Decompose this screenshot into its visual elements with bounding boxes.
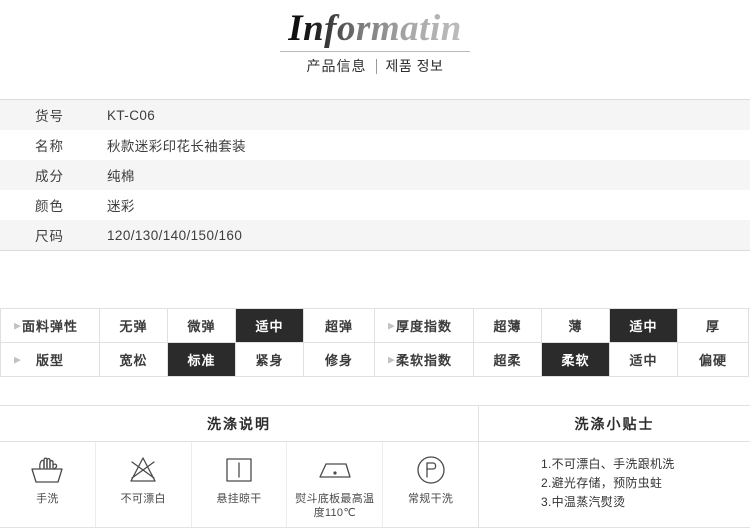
list-item: 熨斗底板最高温度110℃ [287, 442, 384, 527]
attribute-option[interactable]: 宽松 [100, 343, 168, 377]
attribute-option[interactable]: 超弹 [304, 309, 375, 343]
iron-low-temp-icon [315, 453, 355, 487]
table-row: 名称 秋款迷彩印花长袖套装 [0, 130, 750, 160]
table-row: 颜色 迷彩 [0, 190, 750, 220]
chevron-right-icon: ▶ [14, 354, 22, 364]
wash-instructions-title: 洗涤说明 [0, 406, 479, 441]
spec-value: 120/130/140/150/160 [107, 227, 243, 243]
product-spec-table: 货号 KT-C06 名称 秋款迷彩印花长袖套装 成分 纯棉 颜色 迷彩 尺码 1… [0, 99, 750, 251]
list-item: 2.避光存储，预防虫蛀 [541, 476, 663, 490]
table-row: 成分 纯棉 [0, 160, 750, 190]
wash-section-body-row: 手洗 不可漂白 悬挂晾干 熨斗底板最高温度110℃ 常规干洗 1.不可漂白、手洗… [0, 442, 750, 527]
spec-label: 名称 [35, 139, 64, 154]
attribute-option[interactable]: 修身 [304, 343, 375, 377]
list-item: 手洗 [0, 442, 96, 527]
attribute-label-softness-index: ▶ 柔软指数 [375, 343, 474, 377]
wash-section-header-row: 洗涤说明 洗涤小贴士 [0, 406, 750, 442]
wash-icon-list: 手洗 不可漂白 悬挂晾干 熨斗底板最高温度110℃ 常规干洗 [0, 442, 479, 527]
attribute-option[interactable]: 超柔 [474, 343, 542, 377]
attribute-option[interactable]: 微弹 [168, 309, 236, 343]
attribute-label-text: 面料弹性 [21, 319, 78, 334]
subtitle-chinese: 产品信息 [306, 58, 367, 74]
subtitle-korean: 제품 정보 [385, 58, 444, 74]
spec-value: 秋款迷彩印花长袖套装 [107, 139, 246, 154]
chevron-right-icon: ▶ [14, 320, 22, 330]
spec-value: KT-C06 [107, 107, 156, 123]
wash-caption: 手洗 [36, 493, 59, 505]
list-item: 3.中温蒸汽熨烫 [541, 495, 626, 509]
attribute-label-text: 版型 [35, 353, 64, 368]
hand-wash-icon [27, 453, 67, 487]
attribute-label-text: 厚度指数 [395, 319, 452, 334]
table-row: ▶ 版型 宽松 标准 紧身 修身 ▶ 柔软指数 超柔 柔软 适中 偏硬 [1, 343, 750, 377]
list-item: 悬挂晾干 [192, 442, 288, 527]
attribute-option[interactable]: 偏硬 [678, 343, 749, 377]
wash-caption: 熨斗底板最高温度110℃ [295, 493, 375, 519]
attribute-option-selected[interactable]: 适中 [236, 309, 304, 343]
attribute-label-text: 柔软指数 [395, 353, 452, 368]
line-dry-icon [223, 453, 255, 487]
attribute-option[interactable]: 超薄 [474, 309, 542, 343]
chevron-right-icon: ▶ [388, 320, 396, 330]
table-row: ▶ 面料弹性 无弹 微弹 适中 超弹 ▶ 厚度指数 超薄 薄 适中 厚 [1, 309, 750, 343]
spec-value: 纯棉 [107, 169, 135, 184]
chevron-right-icon: ▶ [388, 354, 396, 364]
wash-tips-list: 1.不可漂白、手洗跟机洗 2.避光存储，预防虫蛀 3.中温蒸汽熨烫 [479, 442, 750, 527]
do-not-bleach-icon [125, 453, 161, 487]
dry-clean-icon [414, 453, 448, 487]
wash-tips-title: 洗涤小贴士 [574, 415, 655, 432]
table-row: 尺码 120/130/140/150/160 [0, 220, 750, 250]
wash-caption: 常规干洗 [407, 493, 454, 505]
list-item: 常规干洗 [383, 442, 478, 527]
spec-value: 迷彩 [107, 199, 135, 214]
spec-label: 颜色 [35, 199, 64, 214]
attribute-option[interactable]: 薄 [542, 309, 610, 343]
attribute-option[interactable]: 无弹 [100, 309, 168, 343]
attribute-option-selected[interactable]: 标准 [168, 343, 236, 377]
attribute-label-fit-type: ▶ 版型 [1, 343, 100, 377]
attribute-table: ▶ 面料弹性 无弹 微弹 适中 超弹 ▶ 厚度指数 超薄 薄 适中 厚 ▶ 版型… [0, 308, 750, 377]
page-header: Informatin 产品信息 제품 정보 [0, 0, 750, 76]
attribute-option[interactable]: 适中 [610, 343, 678, 377]
wash-caption: 不可漂白 [120, 493, 166, 505]
page-title: Informatin [288, 8, 462, 49]
wash-care-section: 洗涤说明 洗涤小贴士 手洗 不可漂白 悬挂晾干 熨斗底板最高温度110℃ 常规干… [0, 405, 750, 528]
attribute-option-selected[interactable]: 适中 [610, 309, 678, 343]
wash-caption: 悬挂晾干 [216, 493, 262, 505]
spec-label: 货号 [35, 109, 64, 124]
attribute-option[interactable]: 厚 [678, 309, 749, 343]
list-item: 1.不可漂白、手洗跟机洗 [541, 457, 675, 471]
subtitle-row: 产品信息 제품 정보 [0, 56, 750, 76]
list-item: 不可漂白 [96, 442, 192, 527]
title-divider-rule [280, 51, 470, 52]
table-row: 货号 KT-C06 [0, 100, 750, 130]
attribute-option[interactable]: 紧身 [236, 343, 304, 377]
spec-label: 尺码 [35, 229, 64, 244]
spec-label: 成分 [35, 169, 64, 184]
attribute-label-thickness-index: ▶ 厚度指数 [375, 309, 474, 343]
attribute-option-selected[interactable]: 柔软 [542, 343, 610, 377]
attribute-label-fabric-elasticity: ▶ 面料弹性 [1, 309, 100, 343]
